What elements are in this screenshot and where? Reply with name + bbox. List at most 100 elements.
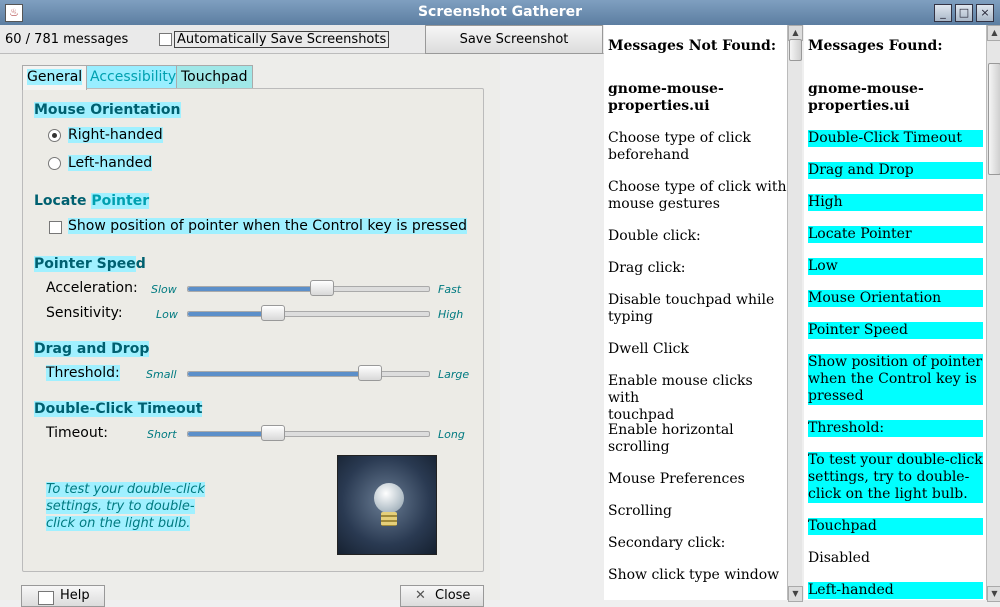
sensitivity-min-label: Low (156, 308, 178, 321)
not-found-item-line: Secondary click: (608, 535, 726, 551)
not-found-header: Messages Not Found: (608, 38, 776, 54)
messages-found-panel: Messages Found: gnome-mouse-properties.u… (804, 25, 986, 600)
autosave-checkbox[interactable] (159, 33, 172, 46)
acceleration-handle[interactable] (309, 280, 334, 296)
not-found-item-line: Dwell Click (608, 341, 689, 357)
not-found-list-item: Show click type window (608, 567, 779, 584)
timeout-fill (188, 432, 273, 436)
found-item-line: pressed (808, 388, 864, 404)
left-handed-radio[interactable] (48, 157, 61, 170)
title-bar: ♨ Screenshot Gatherer _ □ × (0, 0, 1000, 25)
not-found-list-item: Choose type of click with mouse gestures (608, 179, 786, 213)
sensitivity-label: Sensitivity: (46, 305, 123, 321)
found-item-line: Disabled (808, 550, 870, 566)
found-list-item: High (808, 194, 983, 211)
tab-general[interactable]: General (22, 65, 88, 90)
not-found-item-line: properties.ui (608, 98, 710, 114)
not-found-scroll-thumb[interactable] (789, 39, 802, 61)
show-pointer-checkbox[interactable] (49, 221, 62, 234)
not-found-item-line: Scrolling (608, 503, 672, 519)
autosave-label[interactable]: Automatically Save Screenshots (174, 31, 390, 48)
found-list-item: Double-Click Timeout (808, 130, 983, 147)
found-list-item: Low (808, 258, 983, 275)
help-button[interactable]: Help (21, 585, 105, 607)
found-item-line: Drag and Drop (808, 162, 914, 178)
acceleration-slider[interactable] (187, 280, 430, 296)
found-header: Messages Found: (808, 38, 943, 54)
found-item-line: Locate Pointer (808, 226, 912, 242)
found-item-line: properties.ui (808, 98, 910, 114)
timeout-handle[interactable] (261, 425, 286, 441)
close-icon: ✕ (415, 588, 426, 603)
minimize-button[interactable]: _ (934, 4, 952, 22)
found-item-line: High (808, 194, 843, 210)
not-found-item-line: gnome-mouse- (608, 81, 724, 97)
found-scroll-thumb[interactable] (988, 63, 1000, 175)
found-scrollbar[interactable]: ▲ ▼ (986, 25, 1000, 602)
threshold-fill (188, 372, 369, 376)
not-found-list-item: Mouse Preferences (608, 471, 745, 488)
drag-drop-heading: Drag and Drop (34, 341, 150, 357)
not-found-scrollbar[interactable]: ▲ ▼ (787, 25, 803, 602)
not-found-list-item: gnome-mouse-properties.ui (608, 81, 724, 115)
maximize-button[interactable]: □ (955, 4, 973, 22)
threshold-handle[interactable] (357, 365, 382, 381)
message-count: 60 / 781 messages (5, 32, 129, 47)
scroll-up-arrow-icon[interactable]: ▲ (987, 25, 1000, 41)
acceleration-fill (188, 287, 321, 291)
pointer-speed-heading: Pointer Speed (34, 256, 146, 272)
tab-touchpad[interactable]: Touchpad (176, 65, 253, 89)
help-icon (38, 591, 54, 605)
threshold-min-label: Small (146, 368, 177, 381)
help-button-label: Help (60, 588, 90, 603)
sensitivity-slider[interactable] (187, 305, 430, 321)
found-item-line: Touchpad (808, 518, 877, 534)
found-item-line: Threshold: (808, 420, 885, 436)
found-list-item: Pointer Speed (808, 322, 983, 339)
light-bulb-test-area[interactable] (337, 455, 437, 555)
found-list-item: Show position of pointer when the Control… (808, 354, 983, 405)
close-dialog-button[interactable]: ✕ Close (400, 585, 484, 607)
not-found-item-line: touchpad (608, 407, 675, 423)
double-click-heading: Double-Click Timeout (34, 401, 203, 417)
tab-accessibility[interactable]: Accessibility (85, 65, 182, 89)
not-found-list-item: Scrolling (608, 503, 672, 520)
threshold-slider[interactable] (187, 365, 430, 381)
timeout-label: Timeout: (46, 425, 108, 441)
not-found-item-line: Drag click: (608, 260, 686, 276)
found-list-item: Threshold: (808, 420, 983, 437)
threshold-label: Threshold: (46, 365, 120, 381)
sensitivity-max-label: High (438, 308, 464, 321)
sensitivity-handle[interactable] (261, 305, 286, 321)
messages-not-found-panel: Messages Not Found: gnome-mouse-properti… (604, 25, 787, 600)
not-found-item-line: Choose type of click (608, 130, 751, 146)
not-found-item-line: Show click type window (608, 567, 780, 583)
empty-area (500, 54, 604, 600)
found-item-line: gnome-mouse- (808, 81, 924, 97)
not-found-item-line: Mouse Preferences (608, 471, 745, 487)
not-found-list-item: Enable horizontal scrolling (608, 422, 734, 456)
found-list-item: gnome-mouse-properties.ui (808, 81, 924, 115)
found-item-line: Low (808, 258, 838, 274)
show-pointer-label[interactable]: Show position of pointer when the Contro… (68, 218, 467, 234)
found-item-line: when the Control key is (808, 371, 977, 387)
window-title: Screenshot Gatherer (417, 4, 583, 20)
right-handed-label[interactable]: Right-handed (68, 127, 163, 143)
save-screenshot-button[interactable]: Save Screenshot (425, 25, 603, 54)
found-item-line: Show position of pointer (808, 354, 983, 370)
locate-pointer-heading: Locate Pointer (34, 193, 150, 209)
close-window-button[interactable]: × (976, 4, 994, 22)
found-list-item: To test your double-click settings, try t… (808, 452, 983, 503)
right-handed-radio[interactable] (48, 129, 61, 142)
found-list-item: Mouse Orientation (808, 290, 983, 307)
timeout-slider[interactable] (187, 425, 430, 441)
found-item-line: Pointer Speed (808, 322, 908, 338)
left-handed-label[interactable]: Left-handed (68, 155, 153, 171)
timeout-min-label: Short (147, 428, 177, 441)
found-list-item: Left-handed (808, 582, 983, 599)
tab-general-label: General (27, 69, 83, 85)
found-list-item: Locate Pointer (808, 226, 983, 243)
mouse-orientation-heading: Mouse Orientation (34, 102, 181, 118)
not-found-item-line: mouse gestures (608, 196, 720, 212)
not-found-list-item: Choose type of click beforehand (608, 130, 751, 164)
